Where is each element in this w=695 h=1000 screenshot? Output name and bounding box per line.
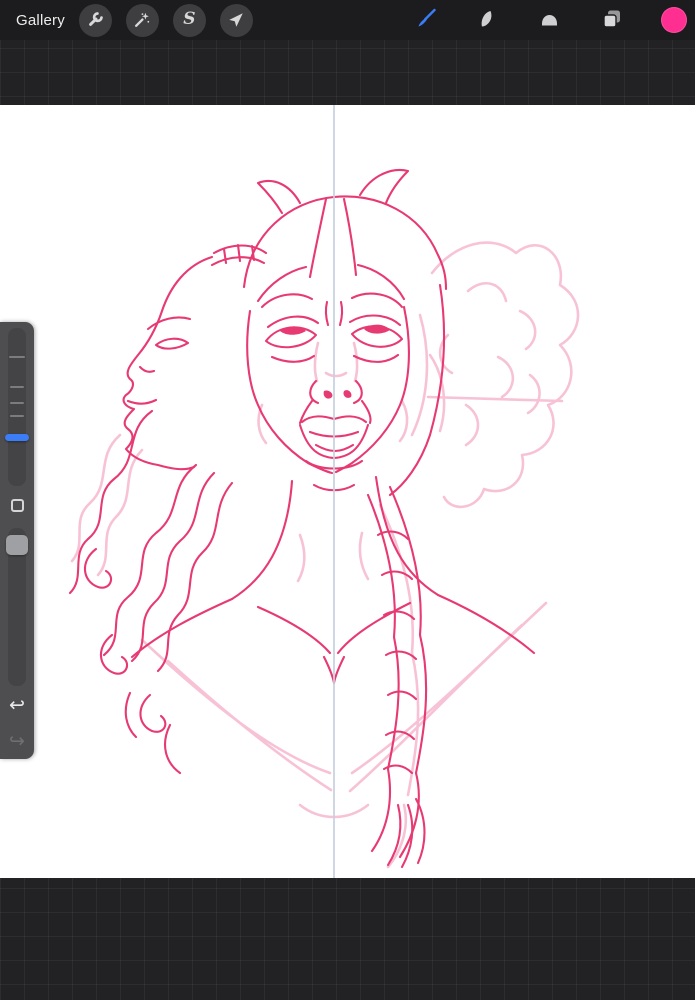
selection-s-icon: S bbox=[183, 8, 196, 29]
eraser-tool-button[interactable] bbox=[537, 7, 563, 33]
opacity-handle[interactable] bbox=[6, 535, 28, 555]
color-swatch[interactable] bbox=[661, 7, 687, 33]
modify-square-icon bbox=[10, 498, 24, 512]
transform-button[interactable] bbox=[219, 3, 253, 37]
undo-button[interactable]: ↩ bbox=[0, 692, 34, 718]
toolbar-left-group: Gallery S bbox=[0, 3, 253, 37]
redo-button[interactable]: ↪ bbox=[0, 728, 34, 754]
brush-size-handle[interactable] bbox=[5, 434, 29, 441]
slider-tick bbox=[10, 415, 24, 417]
layers-button[interactable] bbox=[599, 7, 625, 33]
smudge-icon bbox=[476, 7, 500, 34]
actions-button[interactable] bbox=[78, 3, 112, 37]
brush-icon bbox=[414, 7, 438, 34]
drawing-canvas[interactable] bbox=[0, 105, 695, 878]
eraser-icon bbox=[538, 7, 562, 34]
sliders-panel: ↩ ↪ bbox=[0, 322, 34, 759]
layers-icon bbox=[600, 7, 624, 34]
slider-tick bbox=[9, 356, 25, 358]
transform-arrow-icon bbox=[227, 11, 245, 29]
brush-size-slider[interactable] bbox=[8, 328, 26, 486]
magic-wand-icon bbox=[133, 11, 151, 29]
symmetry-guide-line bbox=[333, 105, 335, 878]
adjustments-button[interactable] bbox=[125, 3, 159, 37]
selection-button[interactable]: S bbox=[172, 3, 206, 37]
sketch-light-strokes bbox=[70, 241, 580, 869]
paint-tool-button[interactable] bbox=[413, 7, 439, 33]
smudge-tool-button[interactable] bbox=[475, 7, 501, 33]
slider-tick bbox=[10, 386, 24, 388]
toolbar-right-group bbox=[413, 7, 695, 33]
gallery-button[interactable]: Gallery bbox=[16, 12, 65, 29]
wrench-icon bbox=[86, 11, 104, 29]
slider-tick bbox=[10, 402, 24, 404]
modify-button[interactable] bbox=[0, 494, 34, 516]
procreate-window: Gallery S ↩ ↪ bbox=[0, 0, 695, 1000]
top-toolbar: Gallery S bbox=[0, 0, 695, 40]
artwork-sketch bbox=[68, 169, 580, 869]
